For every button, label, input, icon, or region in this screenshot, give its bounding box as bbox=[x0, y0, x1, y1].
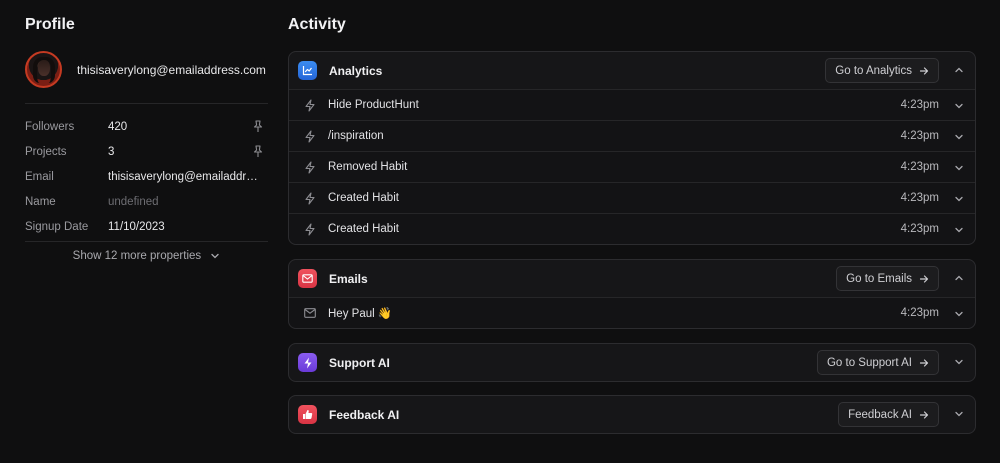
chevron-down-icon[interactable] bbox=[953, 100, 965, 112]
go-to-analytics-button[interactable]: Go to Analytics bbox=[825, 58, 939, 83]
property-list: Followers 420 Projects 3 Email thisisave… bbox=[25, 114, 268, 239]
bolt-icon bbox=[303, 222, 317, 236]
chevron-down-icon[interactable] bbox=[953, 162, 965, 174]
activity-row[interactable]: /inspiration 4:23pm bbox=[289, 120, 975, 151]
avatar[interactable] bbox=[25, 51, 62, 88]
button-label: Go to Support AI bbox=[826, 356, 912, 369]
property-key: Signup Date bbox=[25, 220, 89, 233]
analytics-card: Analytics Go to Analytics Hide ProductHu… bbox=[288, 51, 976, 245]
pin-icon[interactable] bbox=[252, 120, 264, 133]
activity-time: 4:23pm bbox=[900, 192, 939, 204]
activity-row[interactable]: Hey Paul 👋 4:23pm bbox=[289, 297, 975, 328]
profile-divider-top bbox=[25, 103, 268, 104]
envelope-icon bbox=[303, 306, 317, 320]
property-value: 3 bbox=[108, 145, 115, 158]
show-more-properties-button[interactable]: Show 12 more properties bbox=[25, 250, 268, 262]
arrow-right-icon bbox=[919, 358, 929, 368]
property-key: Email bbox=[25, 170, 54, 183]
support-ai-card: Support AI Go to Support AI bbox=[288, 343, 976, 382]
bolt-icon bbox=[298, 353, 317, 372]
analytics-header[interactable]: Analytics Go to Analytics bbox=[289, 52, 975, 89]
button-label: Go to Emails bbox=[846, 272, 912, 285]
arrow-right-icon bbox=[919, 66, 929, 76]
activity-label: Hide ProductHunt bbox=[328, 99, 419, 111]
activity-time: 4:23pm bbox=[900, 130, 939, 142]
activity-label: Created Habit bbox=[328, 223, 399, 235]
property-signup-date: Signup Date 11/10/2023 bbox=[25, 214, 268, 239]
activity-row[interactable]: Removed Habit 4:23pm bbox=[289, 151, 975, 182]
go-to-feedback-ai-button[interactable]: Feedback AI bbox=[838, 402, 939, 427]
activity-row[interactable]: Created Habit 4:23pm bbox=[289, 213, 975, 244]
feedback-ai-card: Feedback AI Feedback AI bbox=[288, 395, 976, 434]
section-title: Feedback AI bbox=[329, 407, 400, 422]
user-summary: thisisaverylong@emailaddress.com bbox=[25, 51, 266, 88]
activity-time: 4:23pm bbox=[900, 99, 939, 111]
bolt-icon bbox=[303, 160, 317, 174]
show-more-label: Show 12 more properties bbox=[72, 250, 202, 262]
activity-label: /inspiration bbox=[328, 130, 384, 142]
property-value: 420 bbox=[108, 120, 128, 133]
pin-icon[interactable] bbox=[252, 145, 264, 158]
property-projects: Projects 3 bbox=[25, 139, 268, 164]
activity-label: Removed Habit bbox=[328, 161, 408, 173]
chevron-down-icon[interactable] bbox=[953, 131, 965, 143]
property-key: Projects bbox=[25, 145, 67, 158]
property-value: thisisaverylong@emailaddress.com bbox=[108, 170, 260, 183]
chevron-down-icon[interactable] bbox=[953, 193, 965, 205]
chevron-down-icon[interactable] bbox=[953, 408, 965, 420]
activity-row[interactable]: Created Habit 4:23pm bbox=[289, 182, 975, 213]
chevron-down-icon[interactable] bbox=[953, 308, 965, 320]
chart-icon bbox=[298, 61, 317, 80]
support-ai-header[interactable]: Support AI Go to Support AI bbox=[289, 344, 975, 381]
go-to-emails-button[interactable]: Go to Emails bbox=[836, 266, 939, 291]
chevron-up-icon[interactable] bbox=[953, 64, 965, 76]
user-email: thisisaverylong@emailaddress.com bbox=[77, 62, 266, 77]
profile-divider-bottom bbox=[25, 241, 268, 242]
activity-label: Created Habit bbox=[328, 192, 399, 204]
activity-label: Hey Paul 👋 bbox=[328, 308, 393, 320]
property-followers: Followers 420 bbox=[25, 114, 268, 139]
section-title: Emails bbox=[329, 271, 368, 286]
button-label: Feedback AI bbox=[848, 408, 912, 421]
activity-row[interactable]: Hide ProductHunt 4:23pm bbox=[289, 89, 975, 120]
chevron-up-icon[interactable] bbox=[953, 272, 965, 284]
go-to-support-ai-button[interactable]: Go to Support AI bbox=[816, 350, 939, 375]
arrow-right-icon bbox=[919, 274, 929, 284]
feedback-ai-header[interactable]: Feedback AI Feedback AI bbox=[289, 396, 975, 433]
property-email: Email thisisaverylong@emailaddress.com bbox=[25, 164, 268, 189]
chevron-down-icon[interactable] bbox=[953, 356, 965, 368]
property-key: Followers bbox=[25, 120, 75, 133]
mail-icon bbox=[298, 269, 317, 288]
activity-title: Activity bbox=[288, 16, 346, 33]
emails-card: Emails Go to Emails Hey Paul 👋 4:23pm bbox=[288, 259, 976, 329]
activity-time: 4:23pm bbox=[900, 223, 939, 235]
chevron-down-icon[interactable] bbox=[953, 224, 965, 236]
button-label: Go to Analytics bbox=[835, 64, 912, 77]
property-value: undefined bbox=[108, 195, 159, 208]
section-title: Support AI bbox=[329, 355, 390, 370]
property-name: Name undefined bbox=[25, 189, 268, 214]
bolt-icon bbox=[303, 191, 317, 205]
thumbs-up-icon bbox=[298, 405, 317, 424]
property-value: 11/10/2023 bbox=[108, 220, 165, 233]
property-key: Name bbox=[25, 195, 56, 208]
activity-time: 4:23pm bbox=[900, 161, 939, 173]
chevron-down-icon bbox=[211, 253, 219, 259]
profile-title: Profile bbox=[25, 16, 75, 33]
bolt-icon bbox=[303, 98, 317, 112]
activity-time: 4:23pm bbox=[900, 307, 939, 319]
bolt-icon bbox=[303, 129, 317, 143]
section-title: Analytics bbox=[329, 63, 383, 78]
arrow-right-icon bbox=[919, 410, 929, 420]
emails-header[interactable]: Emails Go to Emails bbox=[289, 260, 975, 297]
